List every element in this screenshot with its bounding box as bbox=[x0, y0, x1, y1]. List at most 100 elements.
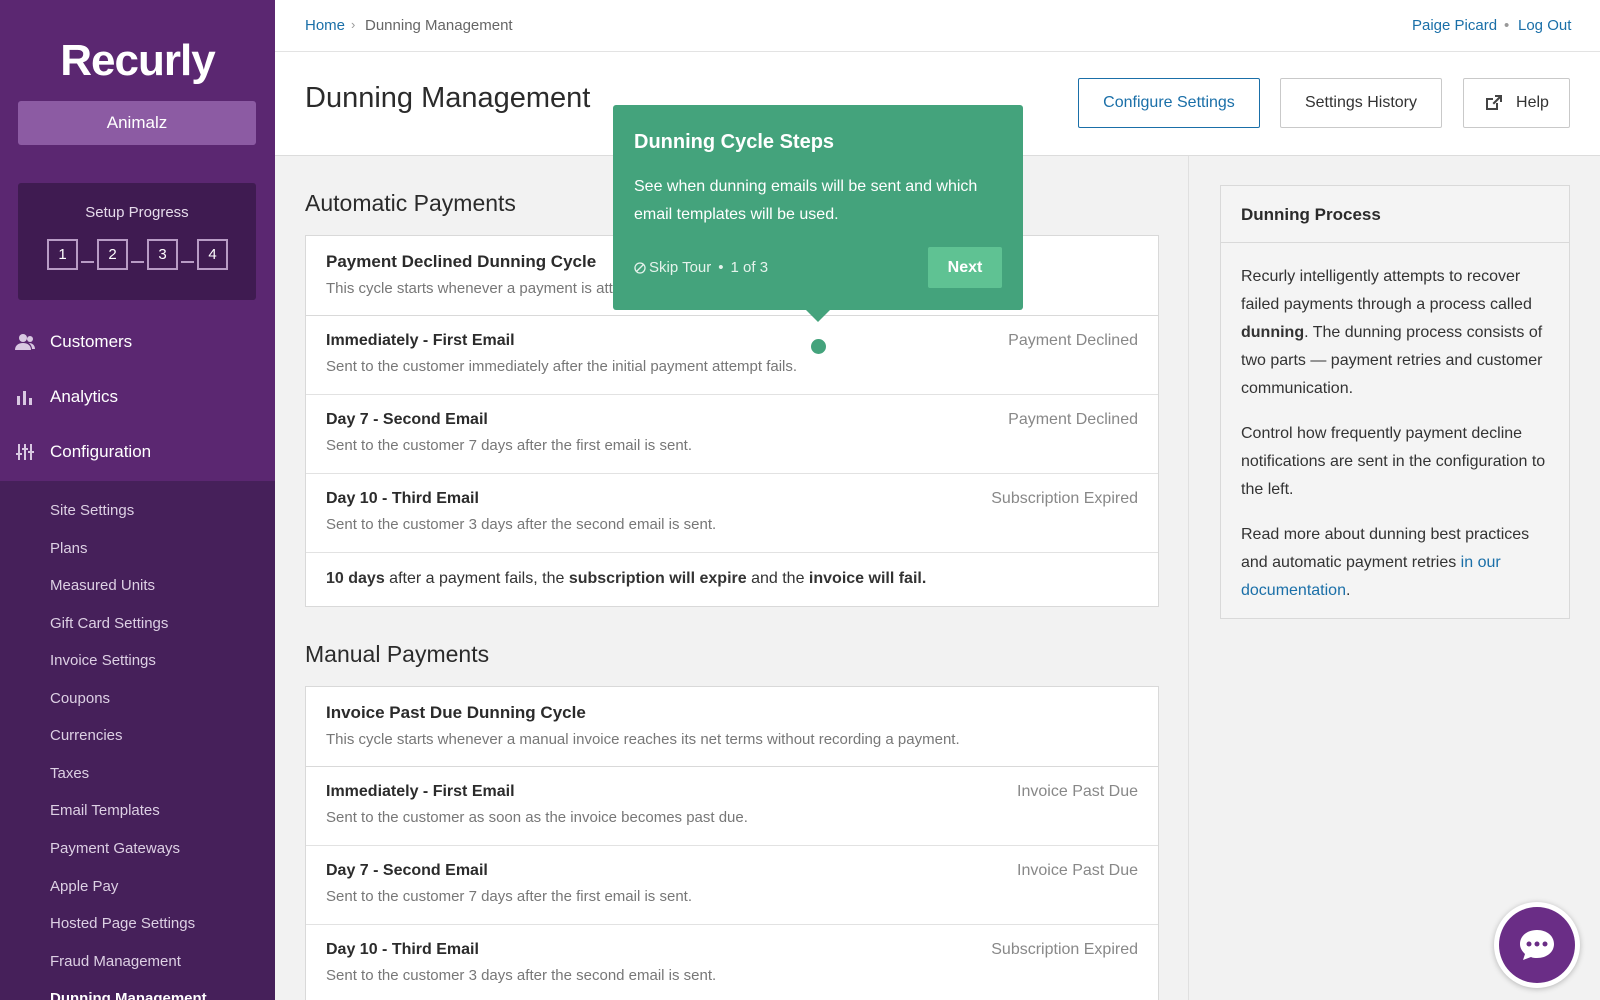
tour-progress: 1 of 3 bbox=[730, 259, 769, 276]
account-switcher-button[interactable]: Animalz bbox=[18, 101, 256, 145]
top-bar: Home › Dunning Management Paige Picard •… bbox=[275, 0, 1600, 52]
breadcrumb-separator: › bbox=[351, 17, 356, 32]
setup-step-4[interactable]: 4 bbox=[197, 239, 228, 270]
summary-subscription: subscription will expire bbox=[568, 570, 747, 587]
panel-text: Recurly intelligently attempts to recove… bbox=[1241, 268, 1532, 313]
expiration-summary: 10 days after a payment fails, the subsc… bbox=[306, 553, 1158, 606]
tour-pointer bbox=[806, 310, 830, 322]
panel-paragraph: Control how frequently payment decline n… bbox=[1241, 425, 1546, 498]
breadcrumb-home[interactable]: Home bbox=[305, 17, 345, 34]
subnav-email-templates[interactable]: Email Templates bbox=[50, 802, 160, 819]
dunning-step-row: Immediately - First Email Sent to the cu… bbox=[306, 767, 1158, 846]
setup-progress-title: Setup Progress bbox=[85, 204, 189, 221]
card-title: Invoice Past Due Dunning Cycle bbox=[326, 703, 586, 722]
configuration-subnav: Site Settings Plans Measured Units Gift … bbox=[0, 481, 275, 1000]
step-template: Subscription Expired bbox=[991, 941, 1138, 958]
analytics-icon bbox=[17, 391, 32, 405]
step-description: Sent to the customer 3 days after the se… bbox=[326, 516, 717, 533]
subnav-plans[interactable]: Plans bbox=[50, 540, 88, 557]
panel-bold-term: dunning bbox=[1241, 324, 1305, 341]
summary-days: 10 days bbox=[326, 570, 385, 587]
customers-icon bbox=[15, 334, 35, 350]
nav-label-customers: Customers bbox=[50, 332, 133, 351]
cancel-circle-icon bbox=[634, 261, 646, 274]
subnav-invoice-settings[interactable]: Invoice Settings bbox=[50, 652, 156, 669]
dunning-step-row: Day 7 - Second Email Sent to the custome… bbox=[306, 395, 1158, 474]
subnav-taxes[interactable]: Taxes bbox=[50, 765, 89, 782]
setup-progress: Setup Progress 1 2 3 4 bbox=[18, 183, 256, 300]
tour-separator: • bbox=[718, 259, 724, 276]
breadcrumb-current: Dunning Management bbox=[365, 17, 513, 34]
sliders-icon bbox=[16, 444, 34, 460]
setup-step-2[interactable]: 2 bbox=[97, 239, 128, 270]
subnav-apple-pay[interactable]: Apple Pay bbox=[50, 878, 118, 895]
dunning-step-row: Day 10 - Third Email Sent to the custome… bbox=[306, 925, 1158, 1000]
skip-tour-link[interactable]: Skip Tour bbox=[634, 259, 711, 276]
tour-hotspot[interactable] bbox=[811, 339, 826, 354]
subnav-gift-card-settings[interactable]: Gift Card Settings bbox=[50, 615, 168, 632]
step-template: Payment Declined bbox=[1008, 332, 1138, 349]
step-template: Subscription Expired bbox=[991, 490, 1138, 507]
subnav-currencies[interactable]: Currencies bbox=[50, 727, 123, 744]
chat-button-inner bbox=[1499, 907, 1575, 983]
subnav-coupons[interactable]: Coupons bbox=[50, 690, 110, 707]
user-separator: • bbox=[1504, 17, 1510, 34]
chat-launcher-button[interactable] bbox=[1494, 902, 1580, 988]
step-connector bbox=[181, 260, 194, 263]
logout-link[interactable]: Log Out bbox=[1518, 17, 1571, 34]
column-divider bbox=[1188, 156, 1189, 1000]
card-description: This cycle starts whenever a manual invo… bbox=[326, 731, 960, 748]
page-title: Dunning Management bbox=[305, 82, 591, 114]
subnav-measured-units[interactable]: Measured Units bbox=[50, 577, 155, 594]
nav-label-analytics: Analytics bbox=[50, 387, 119, 406]
subnav-site-settings[interactable]: Site Settings bbox=[50, 502, 134, 519]
skip-tour-label: Skip Tour bbox=[649, 259, 712, 276]
nav-label-configuration: Configuration bbox=[50, 442, 152, 461]
subnav-dunning-management[interactable]: Dunning Management bbox=[50, 990, 207, 1000]
step-template: Invoice Past Due bbox=[1017, 862, 1138, 879]
panel-body: Recurly intelligently attempts to recove… bbox=[1221, 243, 1569, 642]
step-template: Payment Declined bbox=[1008, 411, 1138, 428]
step-description: Sent to the customer 7 days after the fi… bbox=[326, 437, 692, 454]
subnav-hosted-page-settings[interactable]: Hosted Page Settings bbox=[50, 915, 195, 932]
summary-text: after a payment fails, the bbox=[384, 570, 569, 587]
recurly-logo[interactable]: Recurly bbox=[0, 36, 275, 86]
automatic-payments-title: Automatic Payments bbox=[305, 190, 516, 216]
manual-payments-title: Manual Payments bbox=[305, 641, 490, 667]
configure-settings-button[interactable]: Configure Settings bbox=[1078, 78, 1260, 128]
user-name-link[interactable]: Paige Picard bbox=[1412, 17, 1497, 34]
dunning-step-row: Day 10 - Third Email Sent to the custome… bbox=[306, 474, 1158, 553]
chat-bubble-icon bbox=[1520, 930, 1554, 960]
external-link-icon bbox=[1486, 95, 1503, 110]
setup-step-1[interactable]: 1 bbox=[47, 239, 78, 270]
manual-dunning-card: Invoice Past Due Dunning Cycle This cycl… bbox=[305, 686, 1159, 1000]
nav-item-configuration[interactable]: Configuration bbox=[0, 424, 275, 480]
setup-steps: 1 2 3 4 bbox=[47, 239, 228, 270]
summary-invoice: invoice will fail. bbox=[808, 570, 927, 587]
step-description: Sent to the customer immediately after t… bbox=[326, 358, 798, 375]
sidebar: Recurly Animalz Setup Progress 1 2 3 4 C… bbox=[0, 0, 275, 1000]
tour-title: Dunning Cycle Steps bbox=[634, 131, 835, 153]
tour-text: See when dunning emails will be sent and… bbox=[634, 178, 978, 223]
step-description: Sent to the customer 3 days after the se… bbox=[326, 967, 717, 984]
tour-popover: Dunning Cycle Steps See when dunning ema… bbox=[613, 105, 1023, 310]
step-template: Invoice Past Due bbox=[1017, 783, 1138, 800]
dunning-step-row: Immediately - First Email Sent to the cu… bbox=[306, 316, 1158, 395]
step-connector bbox=[81, 260, 94, 263]
setup-step-3[interactable]: 3 bbox=[147, 239, 178, 270]
subnav-fraud-management[interactable]: Fraud Management bbox=[50, 953, 181, 970]
step-connector bbox=[131, 260, 144, 263]
settings-history-button[interactable]: Settings History bbox=[1280, 78, 1442, 128]
panel-title: Dunning Process bbox=[1221, 186, 1569, 243]
panel-paragraph: Read more about dunning best practices a… bbox=[1241, 521, 1549, 605]
help-button[interactable]: Help bbox=[1463, 78, 1570, 128]
panel-paragraph: Recurly intelligently attempts to recove… bbox=[1241, 263, 1549, 403]
dunning-process-panel: Dunning Process Recurly intelligently at… bbox=[1220, 185, 1570, 619]
subnav-payment-gateways[interactable]: Payment Gateways bbox=[50, 840, 180, 857]
tour-meta: Skip Tour • 1 of 3 bbox=[634, 259, 768, 276]
nav-item-analytics[interactable]: Analytics bbox=[0, 369, 275, 425]
step-description: Sent to the customer as soon as the invo… bbox=[326, 809, 748, 826]
tour-next-button[interactable]: Next bbox=[928, 247, 1002, 288]
summary-text: and the bbox=[746, 570, 809, 587]
nav-item-customers[interactable]: Customers bbox=[0, 314, 275, 370]
